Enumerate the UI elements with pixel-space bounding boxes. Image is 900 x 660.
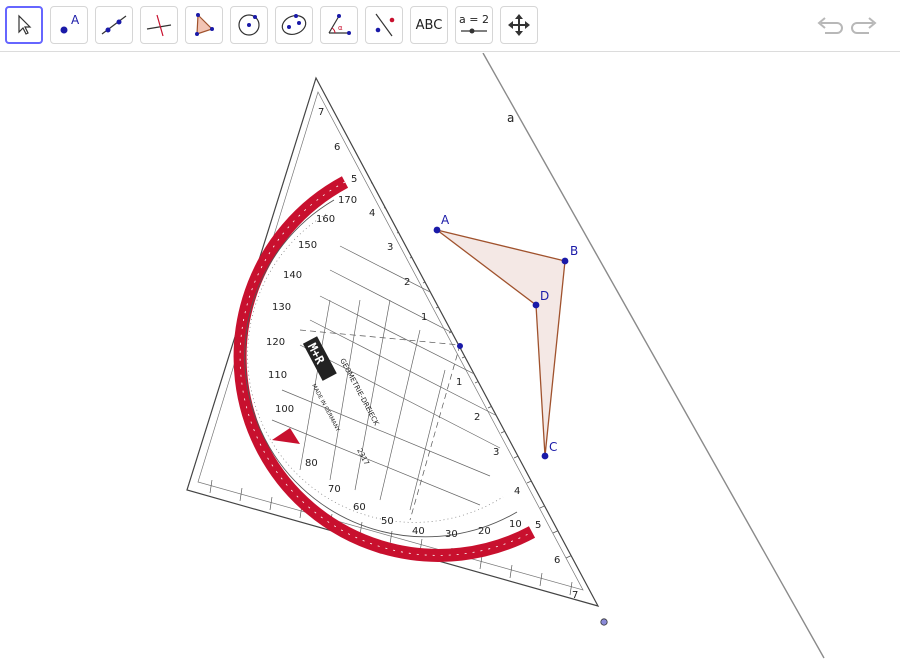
- svg-text:140: 140: [283, 270, 302, 281]
- svg-text:30: 30: [445, 529, 458, 540]
- ellipse-icon: [281, 14, 307, 36]
- svg-text:170: 170: [338, 195, 357, 206]
- svg-text:110: 110: [268, 370, 287, 381]
- svg-text:160: 160: [316, 214, 335, 225]
- circle-center-point-icon: [238, 14, 260, 36]
- svg-text:5: 5: [351, 174, 357, 185]
- polygon-tool[interactable]: [185, 6, 223, 44]
- line-a-label: a: [507, 111, 514, 125]
- slider-icon: [461, 28, 487, 34]
- svg-text:4: 4: [369, 208, 375, 219]
- svg-text:100: 100: [275, 404, 294, 415]
- move-graphics-view-tool[interactable]: [500, 6, 538, 44]
- arrow-pointer-icon: [18, 14, 32, 35]
- svg-text:1: 1: [421, 312, 427, 323]
- slider-tool[interactable]: a = 2: [455, 6, 493, 44]
- svg-text:3: 3: [387, 242, 393, 253]
- point-d-label: D: [540, 289, 549, 303]
- svg-text:2: 2: [404, 277, 410, 288]
- reflect-about-line-icon: [375, 13, 395, 37]
- svg-text:60: 60: [353, 502, 366, 513]
- text-tool[interactable]: ABC: [410, 6, 448, 44]
- perpendicular-line-tool[interactable]: [140, 6, 178, 44]
- line-tool[interactable]: [95, 6, 133, 44]
- svg-text:α: α: [338, 24, 343, 32]
- move-tool[interactable]: [5, 6, 43, 44]
- text-tool-label: ABC: [415, 17, 443, 33]
- point-d[interactable]: [532, 301, 540, 309]
- svg-text:5: 5: [535, 520, 541, 531]
- redo-icon: [851, 17, 877, 34]
- svg-text:130: 130: [272, 302, 291, 313]
- protractor-rotate-handle[interactable]: [600, 618, 608, 626]
- ellipse-tool[interactable]: [275, 6, 313, 44]
- undo-button[interactable]: [814, 12, 844, 40]
- svg-text:80: 80: [305, 458, 318, 469]
- point-b-label: B: [570, 244, 578, 258]
- svg-text:6: 6: [334, 142, 340, 153]
- svg-text:10: 10: [509, 519, 522, 530]
- svg-text:40: 40: [412, 526, 425, 537]
- point-b[interactable]: [561, 257, 569, 265]
- point-icon: A: [60, 13, 80, 34]
- redo-button[interactable]: [850, 12, 880, 40]
- point-tool[interactable]: A: [50, 6, 88, 44]
- perpendicular-icon: [146, 14, 172, 37]
- svg-text:7: 7: [318, 107, 324, 118]
- svg-text:120: 120: [266, 337, 285, 348]
- protractor-center-point[interactable]: [457, 343, 463, 349]
- point-a[interactable]: [433, 226, 441, 234]
- angle-tool[interactable]: α: [320, 6, 358, 44]
- slider-tool-label: a = 2: [459, 13, 489, 26]
- angle-icon: α: [328, 14, 351, 35]
- undo-icon: [817, 17, 843, 34]
- circle-tool[interactable]: [230, 6, 268, 44]
- svg-text:70: 70: [328, 484, 341, 495]
- svg-text:2: 2: [474, 412, 480, 423]
- line-through-points-icon: [101, 15, 127, 35]
- svg-text:150: 150: [298, 240, 317, 251]
- svg-text:7: 7: [572, 590, 578, 601]
- toolbar: A α ABC a = 2: [0, 0, 900, 52]
- svg-text:3: 3: [493, 447, 499, 458]
- move-arrows-icon: [508, 14, 530, 36]
- svg-text:20: 20: [478, 526, 491, 537]
- point-c-label: C: [549, 440, 557, 454]
- polygon-icon: [195, 13, 214, 36]
- point-tool-label: A: [71, 13, 80, 27]
- svg-text:50: 50: [381, 516, 394, 527]
- reflect-tool[interactable]: [365, 6, 403, 44]
- svg-text:4: 4: [514, 486, 520, 497]
- graphics-view[interactable]: a 170 160 150 140 130 120 110 100 80 70 …: [0, 53, 900, 660]
- svg-text:6: 6: [554, 555, 560, 566]
- point-c[interactable]: [541, 452, 549, 460]
- svg-text:1: 1: [456, 377, 462, 388]
- point-a-label: A: [441, 213, 450, 227]
